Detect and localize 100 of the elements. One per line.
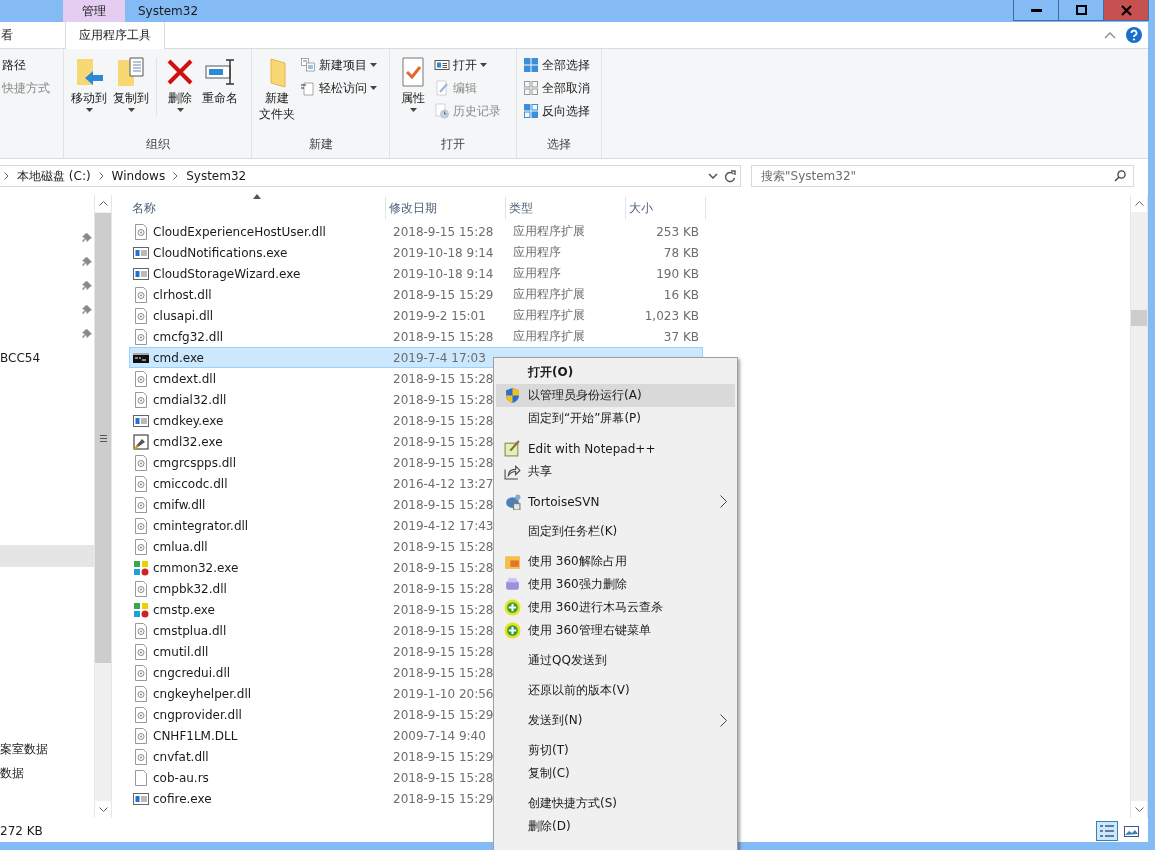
date-cell: 2019-7-4 17:03 (393, 350, 486, 365)
window-title: System32 (138, 3, 199, 20)
menu-item[interactable]: 还原以前的版本(V) (496, 679, 735, 702)
ribbon-button[interactable]: 移动到 (68, 54, 110, 114)
date-cell: 2019-9-2 15:01 (393, 308, 486, 323)
ribbon-tab[interactable]: 应用程序工具 (65, 22, 165, 49)
menu-item[interactable]: 使用 360管理右键菜单 (496, 619, 735, 642)
refresh-icon[interactable] (724, 169, 736, 183)
details-view-button[interactable] (1096, 821, 1118, 841)
date-cell: 2018-9-15 15:29 (393, 287, 494, 302)
ribbon-button[interactable]: 全部选择 (521, 54, 592, 76)
type-cell: 应用程序扩展 (513, 307, 585, 324)
file-name: CloudExperienceHostUser.dll (153, 224, 326, 239)
ribbon-button[interactable]: 新建 文件夹 (256, 54, 298, 124)
file-name: cmstplua.dll (153, 623, 227, 638)
menu-item[interactable]: Edit with Notepad++ (496, 437, 735, 460)
file-row[interactable]: CloudNotifications.exe 2019-10-18 9:14 应用程序 78 KB (129, 242, 703, 263)
column-header[interactable]: 大小 (626, 197, 706, 219)
file-row[interactable]: CloudStorageWizard.exe 2019-10-18 9:14 应用程序 190 KB (129, 263, 703, 284)
menu-item[interactable]: 使用 360进行木马云查杀 (496, 596, 735, 619)
menu-item[interactable]: 删除(D) (496, 815, 735, 838)
file-row[interactable]: CloudExperienceHostUser.dll 2018-9-15 15:28 应用程序扩展 253 KB (129, 221, 703, 242)
column-header[interactable]: 类型 (506, 197, 626, 219)
date-cell: 2019-10-18 9:14 (393, 245, 494, 260)
file-name: CloudNotifications.exe (153, 245, 288, 260)
scroll-up-icon[interactable] (1134, 201, 1144, 206)
menu-item[interactable]: 使用 360解除占用 (496, 550, 735, 573)
group-label: 新建 (307, 136, 334, 153)
menu-item[interactable]: TortoiseSVN (496, 490, 735, 513)
breadcrumb-chevron-icon[interactable] (98, 172, 104, 180)
scroll-thumb[interactable] (95, 213, 111, 663)
file-gear-icon (133, 664, 149, 681)
column-header[interactable]: 名称 (129, 197, 386, 219)
dropdown-icon[interactable] (708, 173, 718, 179)
share-icon (504, 463, 521, 480)
ribbon-button[interactable]: 属性 (394, 54, 432, 114)
ribbon-button[interactable]: 全部取消 (521, 77, 592, 99)
ribbon-button[interactable]: 删除 (161, 54, 199, 114)
file-name: cmdkey.exe (153, 413, 224, 428)
scroll-down-icon[interactable] (98, 807, 108, 812)
scroll-thumb[interactable] (1131, 310, 1147, 326)
ribbon-button[interactable]: 打开 (432, 54, 503, 76)
ribbon-button[interactable]: 复制到 (110, 54, 152, 114)
breadcrumb[interactable]: 本地磁盘 (C:) (17, 167, 91, 185)
shredder-icon (504, 576, 521, 593)
file-gear-icon (133, 706, 149, 723)
breadcrumb-chevron-icon[interactable] (173, 172, 179, 180)
collapse-ribbon-icon[interactable] (1104, 31, 1116, 39)
file-gear-icon (133, 622, 149, 639)
file-row[interactable]: clusapi.dll 2019-9-2 15:01 应用程序扩展 1,023 KB (129, 305, 703, 326)
type-cell: 应用程序 (513, 244, 561, 261)
file-gear-icon (133, 748, 149, 765)
date-cell: 2018-9-15 15:28 (393, 644, 494, 659)
sort-arrow-icon (253, 194, 261, 199)
minimize-button[interactable] (1013, 0, 1059, 21)
file-name: cmdext.dll (153, 371, 216, 386)
file-row[interactable]: cmcfg32.dll 2018-9-15 15:28 应用程序扩展 37 KB (129, 326, 703, 347)
page-pencil-icon (434, 80, 450, 96)
menu-item[interactable]: 通过QQ发送到 (496, 649, 735, 672)
folder-icon (504, 553, 521, 570)
menu-item[interactable]: 剪切(T) (496, 739, 735, 762)
column-header[interactable]: 修改日期 (386, 197, 506, 219)
ribbon-button[interactable]: 重命名 (199, 54, 241, 108)
date-cell: 2018-9-15 15:28 (393, 371, 494, 386)
maximize-icon (1075, 5, 1087, 15)
file-gear-icon (133, 307, 149, 324)
ribbon-button[interactable]: 路径 (0, 54, 52, 76)
ribbon-button[interactable]: 新建项目 (298, 54, 379, 76)
group-label: 选择 (546, 136, 572, 153)
date-cell: 2018-9-15 15:28 (393, 329, 494, 344)
shield-icon (504, 387, 521, 404)
search-field[interactable]: 搜索"System32" (751, 165, 1134, 187)
menu-item[interactable]: 共享 (496, 460, 735, 483)
scroll-up-icon[interactable] (98, 201, 108, 206)
menu-item[interactable]: 使用 360强力删除 (496, 573, 735, 596)
menu-item[interactable]: 复制(C) (496, 762, 735, 785)
file-row[interactable]: clrhost.dll 2018-9-15 15:29 应用程序扩展 16 KB (129, 284, 703, 305)
close-button[interactable] (1103, 0, 1149, 21)
nav-item[interactable]: 数据 (0, 764, 24, 782)
nav-item[interactable]: 案室数据 (0, 740, 48, 758)
menu-item[interactable]: 固定到“开始”屏幕(P) (496, 407, 735, 430)
breadcrumb[interactable]: Windows (111, 169, 166, 183)
window-icon (434, 57, 450, 73)
ribbon-button[interactable]: 反向选择 (521, 100, 592, 122)
breadcrumb[interactable]: System32 (186, 169, 247, 183)
file-gear-icon (133, 391, 149, 408)
search-icon[interactable] (1114, 170, 1126, 182)
menu-item[interactable]: 固定到任务栏(K) (496, 520, 735, 543)
nav-item[interactable]: BCC54 (0, 351, 41, 365)
ribbon-button[interactable]: 轻松访问 (298, 77, 379, 99)
help-icon[interactable] (1126, 27, 1142, 43)
scroll-down-icon[interactable] (1134, 807, 1144, 812)
size-cell: 16 KB (663, 287, 699, 302)
menu-item[interactable]: 以管理员身份运行(A) (496, 384, 735, 407)
menu-item[interactable]: 发送到(N) (496, 709, 735, 732)
breadcrumb-chevron-icon[interactable] (4, 172, 9, 180)
plus-ball-icon (504, 622, 521, 639)
date-cell: 2009-7-14 9:40 (393, 728, 486, 743)
menu-item[interactable]: 创建快捷方式(S) (496, 792, 735, 815)
address-bar[interactable]: 本地磁盘 (C:) Windows System32 (0, 165, 741, 187)
